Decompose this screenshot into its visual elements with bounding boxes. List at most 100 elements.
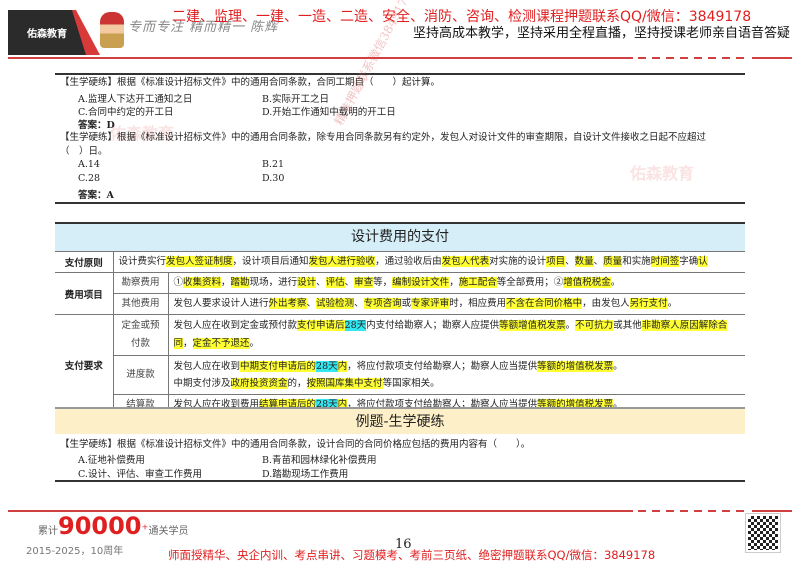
question-3-stem: 【生学硬练】根据《标准设计招标文件》中的通用合同条款，设计合同的合同价格应包括的… [60,439,531,450]
highlighted-text: 编制设计文件 [392,277,450,288]
highlighted-text: 发包人代表 [441,256,490,267]
text-segment: 字确 [679,256,699,267]
highlighted-text: 审查 [354,277,374,288]
question-2-answer: 答案：A [78,190,114,201]
question-2-option-b: B.21 [262,159,285,170]
text-segment: 、 [344,277,355,288]
highlighted-text: 28天 [316,361,338,372]
header-line [8,57,633,59]
principle-text: 设计费实行发包人签证制度，设计项目后通知发包人进行验收，通过验收后由发包人代表对… [113,251,745,273]
highlighted-text: 设计 [297,277,317,288]
text-segment: ， [221,277,231,288]
text-segment: ， [183,338,193,349]
question-2-option-d: D.30 [262,173,285,184]
progress-line-1: 发包人应在收到中期支付申请后的28天内，将应付款项支付给勘察人；勘察人应当提供等… [174,358,741,375]
header-slogan: 坚持高成本教学，坚持采用全程直播，坚持授课老师亲自语音答疑 [412,26,790,41]
highlighted-text: 等额的增值税发票 [537,361,614,372]
highlighted-text: 专家评审 [411,298,450,309]
divider [55,480,745,482]
mascot-image [100,12,124,48]
text-segment: 和实施 [622,256,651,267]
sub-label: 其他费用 [113,293,169,315]
text-segment: 时，相应费用 [449,298,507,309]
question-1-option-c: C.合同中约定的开工日 [78,107,174,118]
text-segment: 等， [373,277,393,288]
watermark-logo: 佑森教育 [630,164,695,183]
highlighted-text: 外出考察 [268,298,307,309]
question-2-stem: 【生学硬练】根据《标准设计招标文件》中的通用合同条款，除专用合同条款另有约定外，… [60,132,707,143]
text-segment: 或其他 [613,320,642,331]
highlighted-text: 28天 [344,320,367,331]
text-segment: 等国家相关。 [382,378,440,389]
text-segment: ，将应付款项支付给勘察人；勘察人应当提供 [347,361,538,372]
text-segment: 、 [316,277,326,288]
text-segment: 发包人应在收到 [173,361,241,372]
text-segment: 。 [610,277,621,288]
highlighted-text: 发包人进行验收 [308,256,376,267]
question-1-answer: 答案：D [78,120,115,131]
footer-ad: 师面授精华、央企内训、考点串讲、习题模考、考前三页纸、绝密押题联系QQ/微信：3… [168,548,656,562]
example-title: 例题-生学硬练 [55,407,745,434]
text-segment: 、 [565,256,575,267]
highlighted-text: 数量 [574,256,594,267]
question-1-stem: 【生学硬练】根据《标准设计招标文件》中的通用合同条款，合同工期自（ ）起计算。 [60,77,441,88]
question-1-option-a: A.监理人下达开工通知之日 [78,94,193,105]
text-segment: 发包人应在收到定金或预付款 [173,320,298,331]
highlighted-text: 项目 [546,256,566,267]
highlighted-text: 中期支付申请后的 [240,361,317,372]
table-row: 支付要求 定金或预付款 发包人应在收到定金或预付款支付申请后28天内支付给勘察人；勘… [55,314,745,416]
highlighted-text: 不可抗力 [575,320,614,331]
text-segment: 、 [593,256,604,267]
highlighted-text: 收集资料 [183,277,222,288]
progress-text: 发包人应在收到中期支付申请后的28天内，将应付款项支付给勘察人；勘察人应当提供等… [168,355,745,395]
table-row: 支付原则 设计费实行发包人签证制度，设计项目后通知发包人进行验收，通过验收后由发包… [55,251,745,273]
count-suffix: 通关学员 [148,526,189,537]
highlighted-text: 支付申请后 [297,320,345,331]
text-segment: 、 [306,298,317,309]
text-segment: 对实施的设计 [489,256,547,267]
payment-table: 支付原则 设计费实行发包人签证制度，设计项目后通知发包人进行验收，通过验收后由发包… [55,251,745,416]
survey-text: ①收集资料，踏勘现场，进行设计、评估、审查等，编制设计文件，施工配合等全部费用；… [168,272,745,294]
highlighted-text: 质量 [603,256,623,267]
highlighted-text: 定金不予退还 [192,338,250,349]
text-segment: 中期支付涉及 [173,378,231,389]
header-dash [638,57,748,59]
question-2-option-c: C.28 [78,173,101,184]
other-text: 发包人要求设计人进行外出考察、试验检测、专项咨询或专家评审时，相应费用不含在合同… [168,293,745,315]
text-segment: ， [449,277,459,288]
text-segment: ，由发包人 [582,298,630,309]
row-label: 支付要求 [55,314,114,416]
question-3-option-b: B.青苗和园林绿化补偿费用 [262,455,377,466]
student-count: 累计90000+通关学员 [38,512,188,540]
text-segment: ，设计项目后通知 [232,256,309,267]
text-segment: 现场，进行 [249,277,298,288]
logo-text: 佑森教育 [27,29,67,40]
years-text: 2015-2025，10周年 [26,546,124,557]
header-line-end [752,57,792,59]
highlighted-text: 专项咨询 [363,298,402,309]
highlighted-text: 另行支付 [629,298,668,309]
highlighted-text: 认 [698,256,708,267]
footer-dash [638,510,748,512]
sub-label: 勘察费用 [113,272,169,294]
divider [55,202,745,204]
highlighted-text: 不含在合同价格中 [506,298,583,309]
text-segment: 、 [354,298,364,309]
divider [55,73,745,75]
count-prefix: 累计 [38,526,58,537]
text-segment: ，通过验收后由 [375,256,442,267]
highlighted-text: 评估 [325,277,345,288]
text-segment: 的， [287,378,307,389]
text-segment: 内支付给勘察人；勘察人应提供 [366,320,500,331]
highlighted-text: 踏勘 [230,277,250,288]
text-segment: 。 [613,361,623,372]
table-row: 进度款 发包人应在收到中期支付申请后的28天内，将应付款项支付给勘察人；勘察人应当… [55,355,745,395]
question-2-stem-cont: （ ）日。 [60,146,108,157]
highlighted-text: 施工配合 [458,277,497,288]
sub-label: 定金或预付款 [113,314,169,356]
text-segment: ① [173,277,184,288]
text-segment: 发包人要求设计人进行 [173,298,269,309]
text-segment: 。 [249,338,260,349]
highlighted-text: 试验检测 [316,298,355,309]
count-number: 90000 [58,512,142,540]
